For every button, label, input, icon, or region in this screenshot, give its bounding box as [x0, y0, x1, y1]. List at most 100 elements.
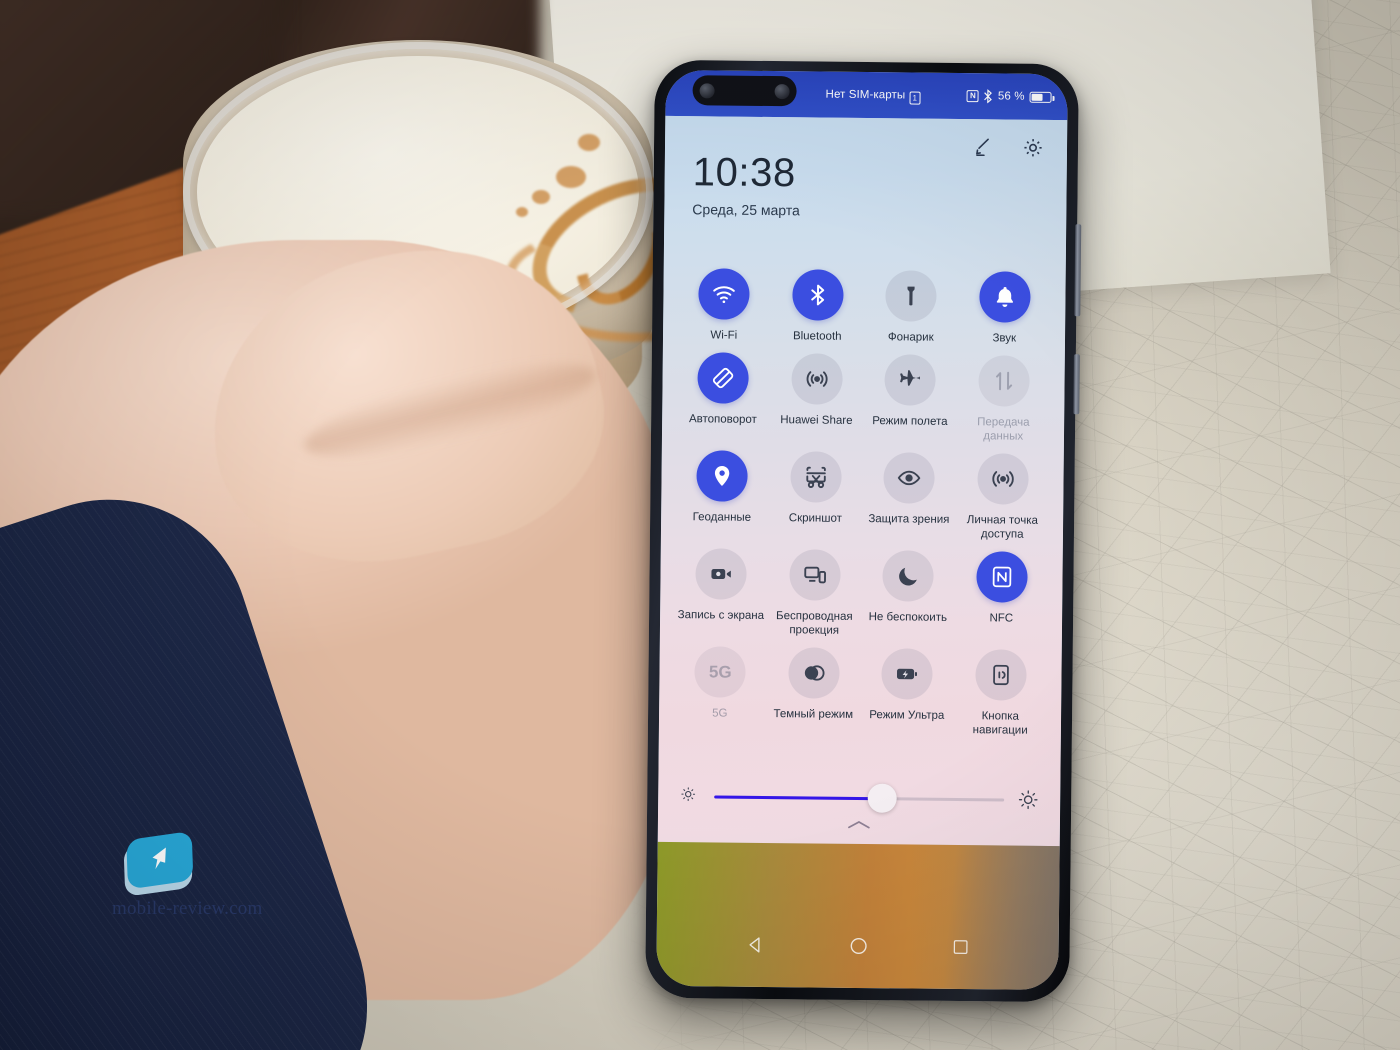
status-bar: Нет SIM-карты 1 N 56 %: [665, 69, 1068, 121]
volume-button[interactable]: [1074, 224, 1082, 317]
quick-tile-label: Не беспокоить: [868, 611, 948, 624]
clock-block: 10:38 Среда, 25 марта: [692, 150, 800, 219]
huawei-share-icon[interactable]: [791, 353, 843, 405]
quick-tile[interactable]: Автоповорот: [676, 352, 770, 441]
back-triangle-icon[interactable]: [745, 933, 767, 960]
bluetooth-icon: [984, 89, 993, 104]
quick-tile[interactable]: Геоданные: [675, 450, 769, 539]
quick-tile[interactable]: Wi-Fi: [677, 268, 771, 343]
navigation-bar: [656, 924, 1058, 972]
quick-tile[interactable]: Беспроводная проекция: [767, 549, 861, 638]
sim-slot-badge: 1: [909, 90, 921, 105]
quick-tile-label: Режим полета: [872, 415, 948, 428]
dark-mode-icon[interactable]: [787, 647, 840, 699]
brightness-slider-row[interactable]: [680, 783, 1038, 813]
quick-tile-label: Личная точка доступа: [966, 514, 1038, 541]
5g-text-icon[interactable]: 5G: [694, 646, 747, 698]
home-circle-icon[interactable]: [847, 934, 869, 961]
camera-lens-icon: [774, 83, 790, 99]
quick-tile[interactable]: Режим полета: [863, 354, 957, 443]
quick-tile[interactable]: Фонарик: [864, 270, 958, 345]
quick-settings-grid: Wi-Fi Bluetooth Фонарик Звук Автоповорот Huaw…: [673, 268, 1052, 738]
quick-tile[interactable]: Темный режим: [766, 647, 860, 736]
quick-tile[interactable]: Режим Ультра: [860, 648, 954, 737]
quick-tile[interactable]: Huawei Share: [769, 353, 863, 442]
quick-tile-label: Bluetooth: [792, 330, 842, 343]
photo-scene: Нет SIM-карты 1 N 56 % 10:38 Среда, 25 м…: [0, 0, 1400, 1050]
camera-lens-icon: [699, 82, 715, 98]
panel-action-icons: [971, 135, 1045, 160]
watermark-text: mobile-review.com: [112, 898, 263, 919]
quick-tile[interactable]: Запись с экрана: [674, 548, 768, 637]
quick-tile-label: Скриншот: [788, 512, 843, 525]
quick-tile[interactable]: Bluetooth: [770, 269, 864, 344]
bell-icon[interactable]: [978, 271, 1031, 323]
quick-tile-label: Темный режим: [773, 708, 854, 722]
airplane-icon[interactable]: [884, 354, 937, 406]
gear-icon[interactable]: [1021, 136, 1045, 160]
quick-tile[interactable]: Не беспокоить: [861, 550, 955, 639]
quick-tile-label: 5G: [712, 707, 728, 720]
flashlight-icon[interactable]: [885, 270, 937, 322]
quick-tile-label: Передача данных: [977, 416, 1030, 443]
quick-tile[interactable]: 5G 5G: [673, 646, 767, 735]
battery-percent-text: 56 %: [997, 90, 1025, 103]
screen-record-icon[interactable]: [695, 548, 748, 600]
quick-tile[interactable]: Кнопка навигации: [953, 649, 1047, 738]
dual-punch-hole-camera: [692, 75, 797, 107]
home-wallpaper: [656, 841, 1060, 991]
sim-status-text: Нет SIM-карты: [825, 88, 906, 102]
quick-tile-label: Звук: [992, 332, 1017, 345]
mobile-review-logo: [121, 830, 194, 899]
brightness-thumb[interactable]: [867, 783, 898, 813]
phone-screen[interactable]: Нет SIM-карты 1 N 56 % 10:38 Среда, 25 м…: [656, 69, 1068, 991]
quick-tile-label: Защита зрения: [868, 513, 950, 526]
phone: Нет SIM-карты 1 N 56 % 10:38 Среда, 25 м…: [645, 59, 1082, 1003]
quick-tile[interactable]: Скриншот: [768, 451, 862, 540]
quick-tile[interactable]: Звук: [957, 271, 1051, 346]
watermark: mobile-review.com: [112, 830, 292, 920]
location-pin-icon[interactable]: [696, 450, 749, 502]
screenshot-icon[interactable]: [790, 451, 842, 503]
chevron-up-icon[interactable]: [846, 818, 872, 836]
ultra-battery-icon[interactable]: [881, 648, 934, 700]
recents-square-icon[interactable]: [950, 936, 970, 961]
nfc-icon[interactable]: [976, 551, 1028, 603]
quick-tile-label: Huawei Share: [780, 414, 853, 427]
nav-button-icon[interactable]: [974, 649, 1027, 701]
control-panel: 10:38 Среда, 25 марта Wi-Fi Bluetooth Фона…: [657, 115, 1068, 847]
quick-tile-label: Режим Ультра: [869, 709, 945, 722]
brightness-low-icon: [680, 786, 700, 806]
quick-tile[interactable]: Передача данных: [956, 355, 1050, 444]
status-icons: N 56 %: [966, 89, 1052, 104]
wireless-projection-icon[interactable]: [789, 549, 841, 601]
quick-tile-label: Запись с экрана: [677, 609, 765, 623]
pencil-edit-icon[interactable]: [971, 135, 995, 159]
nfc-icon: N: [966, 90, 979, 103]
cursor-arrow-icon: [143, 842, 174, 883]
wifi-icon[interactable]: [698, 268, 750, 320]
quick-tile-label: Фонарик: [887, 331, 934, 344]
power-button[interactable]: [1073, 354, 1080, 415]
brightness-fill: [714, 794, 883, 800]
clock-date: Среда, 25 марта: [692, 201, 800, 219]
auto-rotate-icon[interactable]: [697, 352, 750, 404]
clock-time: 10:38: [692, 150, 797, 196]
quick-tile-label: Кнопка навигации: [972, 710, 1028, 737]
quick-tile-label: Автоповорот: [688, 413, 757, 426]
quick-tile[interactable]: Личная точка доступа: [955, 453, 1049, 542]
quick-tile-label: NFC: [989, 612, 1014, 625]
hotspot-icon[interactable]: [977, 453, 1029, 505]
quick-tile-label: Wi-Fi: [710, 329, 738, 342]
data-transfer-icon[interactable]: [978, 355, 1030, 407]
eye-comfort-icon[interactable]: [883, 452, 936, 504]
brightness-track[interactable]: [714, 783, 1005, 813]
brightness-high-icon: [1018, 790, 1038, 810]
bluetooth-icon[interactable]: [791, 269, 844, 321]
moon-icon[interactable]: [882, 550, 935, 602]
quick-tile[interactable]: NFC: [954, 551, 1048, 640]
battery-icon: [1029, 91, 1052, 103]
quick-tile[interactable]: Защита зрения: [862, 452, 956, 541]
quick-tile-label: Беспроводная проекция: [776, 610, 853, 637]
quick-tile-label: Геоданные: [692, 511, 752, 524]
